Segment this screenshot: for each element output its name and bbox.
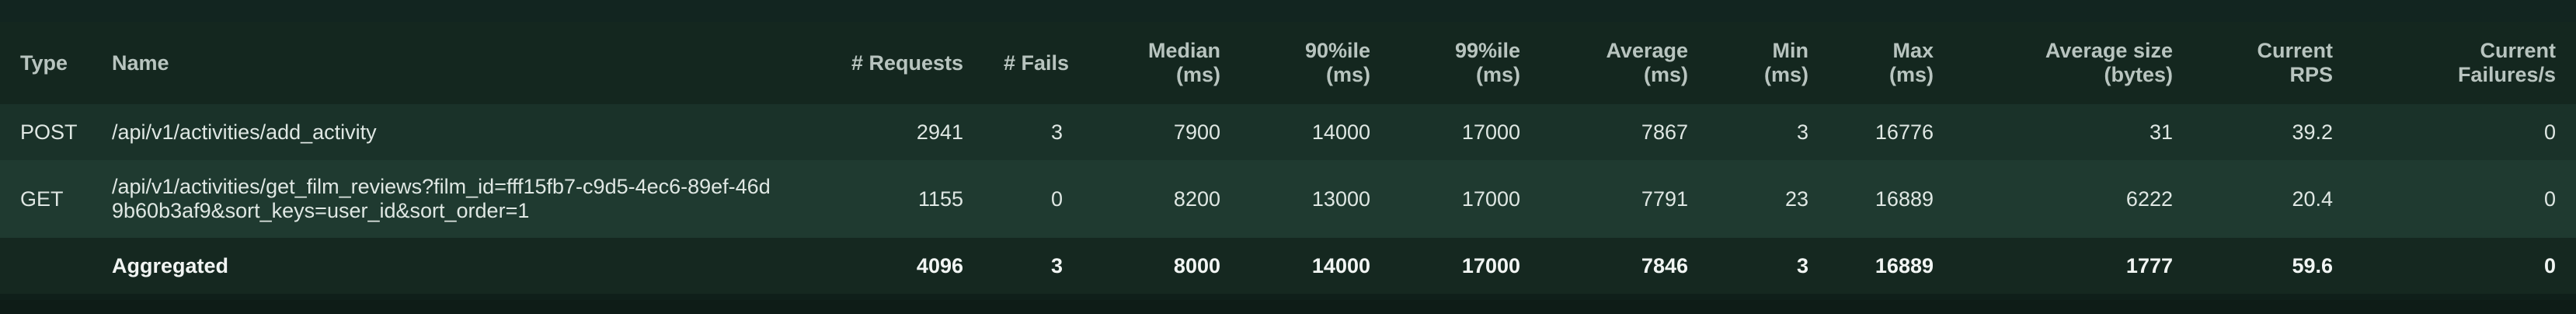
header-fails[interactable]: # Fails <box>983 22 1083 104</box>
header-min[interactable]: Min (ms) <box>1708 22 1829 104</box>
cell-max: 16889 <box>1875 253 1934 277</box>
table-row: POST /api/v1/activities/add_activity 294… <box>0 104 2576 160</box>
cell-p90: 14000 <box>1311 253 1370 277</box>
cell-average: 7867 <box>1641 120 1688 144</box>
cell-fails: 0 <box>1050 187 1063 211</box>
cell-p99: 17000 <box>1461 120 1520 144</box>
cell-max: 16776 <box>1875 120 1934 144</box>
cell-min: 3 <box>1796 120 1808 144</box>
cell-average: 7791 <box>1641 187 1688 211</box>
cell-current-failures: 0 <box>2543 187 2556 211</box>
cell-type <box>0 238 92 294</box>
cell-p99: 17000 <box>1461 187 1520 211</box>
cell-current-failures: 0 <box>2543 120 2556 144</box>
header-current-rps[interactable]: Current RPS <box>2193 22 2353 104</box>
cell-name: Aggregated <box>112 253 229 277</box>
cell-name: /api/v1/activities/add_activity <box>112 120 377 144</box>
header-average[interactable]: Average (ms) <box>1540 22 1708 104</box>
table-row: GET /api/v1/activities/get_film_reviews?… <box>0 160 2576 238</box>
cell-min: 23 <box>1784 187 1808 211</box>
cell-average-size: 1777 <box>2125 253 2173 277</box>
cell-p90: 14000 <box>1311 120 1370 144</box>
cell-type: POST <box>20 120 78 144</box>
header-90th-percentile[interactable]: 90%ile (ms) <box>1241 22 1391 104</box>
cell-median: 8000 <box>1173 253 1220 277</box>
cell-fails: 3 <box>1050 253 1063 277</box>
cell-p90: 13000 <box>1311 187 1370 211</box>
cell-median: 7900 <box>1173 120 1220 144</box>
cell-requests: 2941 <box>916 120 963 144</box>
top-band <box>0 0 2576 22</box>
request-stats-table: Type Name # Requests # Fails Median (ms) … <box>0 22 2576 294</box>
cell-average-size: 6222 <box>2125 187 2173 211</box>
header-average-size[interactable]: Average size (bytes) <box>1954 22 2193 104</box>
table-header-row: Type Name # Requests # Fails Median (ms) … <box>0 22 2576 104</box>
cell-max: 16889 <box>1875 187 1934 211</box>
header-name[interactable]: Name <box>92 22 799 104</box>
header-median[interactable]: Median (ms) <box>1083 22 1241 104</box>
bottom-band <box>0 300 2576 314</box>
cell-fails: 3 <box>1050 120 1063 144</box>
cell-requests: 1155 <box>917 187 963 211</box>
cell-current-rps: 20.4 <box>2292 187 2333 211</box>
header-requests[interactable]: # Requests <box>799 22 983 104</box>
cell-average-size: 31 <box>2149 120 2173 144</box>
aggregated-row: Aggregated 4096 3 8000 14000 17000 7846 … <box>0 238 2576 294</box>
cell-name: /api/v1/activities/get_film_reviews?film… <box>112 175 771 222</box>
cell-requests: 4096 <box>916 253 963 277</box>
cell-median: 8200 <box>1173 187 1220 211</box>
cell-current-rps: 39.2 <box>2292 120 2333 144</box>
cell-min: 3 <box>1796 253 1808 277</box>
header-current-failures[interactable]: Current Failures/s <box>2353 22 2576 104</box>
cell-current-rps: 59.6 <box>2292 253 2333 277</box>
header-99th-percentile[interactable]: 99%ile (ms) <box>1391 22 1540 104</box>
cell-p99: 17000 <box>1461 253 1520 277</box>
header-max[interactable]: Max (ms) <box>1829 22 1954 104</box>
header-type[interactable]: Type <box>0 22 92 104</box>
cell-type: GET <box>20 187 64 211</box>
cell-average: 7846 <box>1641 253 1688 277</box>
cell-current-failures: 0 <box>2543 253 2556 277</box>
